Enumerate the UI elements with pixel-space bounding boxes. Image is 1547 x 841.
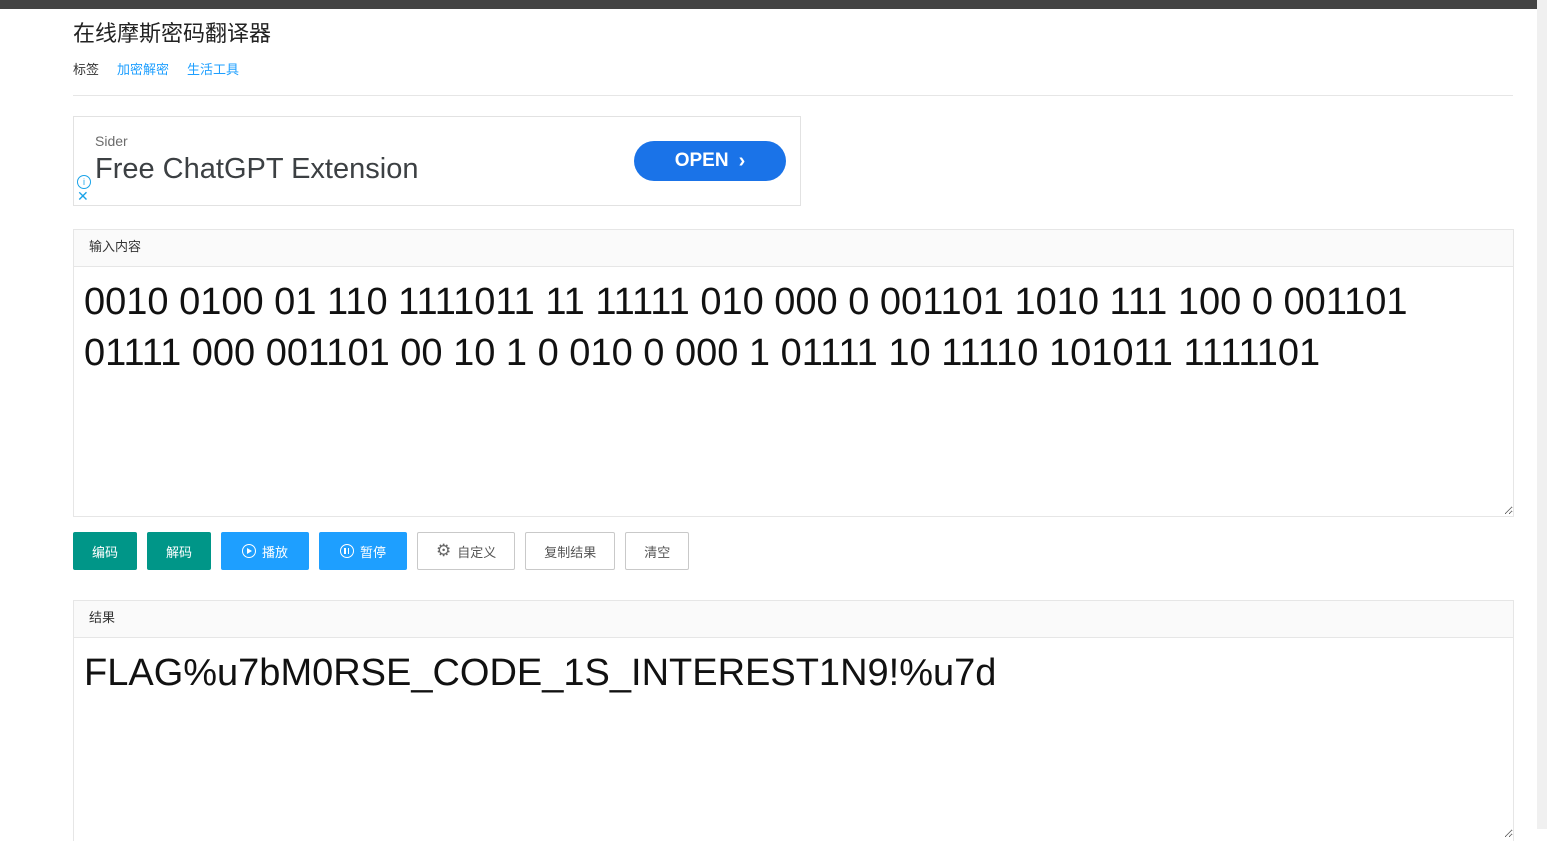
tag-bar: 标签 加密解密 生活工具	[73, 59, 239, 78]
tag-link-life-tools[interactable]: 生活工具	[187, 59, 239, 78]
page-title: 在线摩斯密码翻译器	[73, 22, 272, 47]
result-textarea[interactable]: FLAG%u7bM0RSE_CODE_1S_INTEREST1N9!%u7d	[74, 638, 1513, 838]
pause-button[interactable]: 暂停	[319, 532, 407, 570]
header-divider	[73, 95, 1513, 96]
play-icon	[241, 544, 256, 558]
ad-banner[interactable]: Sider Free ChatGPT Extension i ✕ OPEN ›	[73, 116, 801, 206]
play-button[interactable]: 播放	[221, 532, 309, 570]
pause-icon	[339, 544, 354, 558]
custom-button[interactable]: ⚙ 自定义	[417, 532, 516, 570]
scrollbar[interactable]	[1537, 0, 1547, 829]
encode-button[interactable]: 编码	[73, 532, 137, 570]
tags-label: 标签	[73, 63, 100, 78]
custom-label: 自定义	[457, 545, 497, 561]
tag-link-encrypt-decrypt[interactable]: 加密解密	[117, 59, 169, 78]
copy-result-button[interactable]: 复制结果	[525, 532, 616, 570]
pause-label: 暂停	[359, 545, 386, 561]
ad-open-button[interactable]: OPEN ›	[634, 141, 786, 181]
info-icon[interactable]: i	[77, 175, 91, 189]
input-panel: 输入内容 0010 0100 01 110 1111011 11 11111 0…	[73, 229, 1514, 517]
ad-open-label: OPEN	[674, 150, 729, 171]
ad-brand: Sider	[95, 133, 128, 149]
clear-button[interactable]: 清空	[625, 532, 690, 570]
chevron-right-icon: ›	[738, 150, 746, 172]
result-panel: 结果 FLAG%u7bM0RSE_CODE_1S_INTEREST1N9!%u7…	[73, 600, 1514, 841]
action-buttons: 编码 解码 播放 暂停 ⚙ 自定义 复制结果 清空	[73, 532, 690, 570]
window-top-bar	[0, 0, 1547, 9]
input-panel-header: 输入内容	[74, 230, 1513, 267]
gear-icon: ⚙	[436, 540, 452, 561]
close-icon[interactable]: ✕	[77, 189, 89, 203]
ad-headline[interactable]: Free ChatGPT Extension	[95, 153, 418, 186]
input-textarea[interactable]: 0010 0100 01 110 1111011 11 11111 010 00…	[74, 267, 1513, 515]
result-panel-header: 结果	[74, 601, 1513, 638]
decode-button[interactable]: 解码	[147, 532, 211, 570]
play-label: 播放	[261, 545, 288, 561]
